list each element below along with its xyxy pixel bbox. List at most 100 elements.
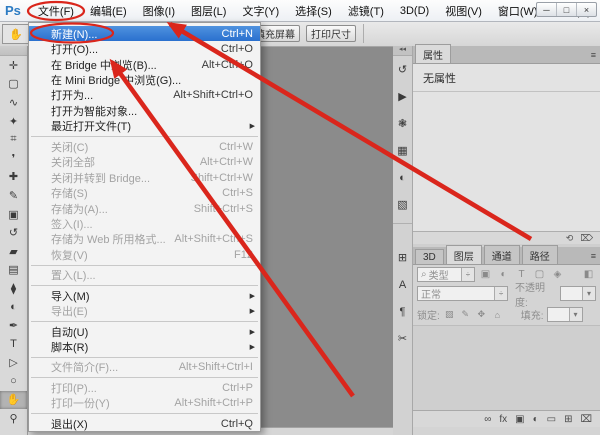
history-panel-icon[interactable]: ↺ (393, 56, 412, 83)
panel-menu-icon[interactable]: ≡ (591, 50, 596, 60)
gradient-tool[interactable]: ▤ (0, 261, 27, 280)
close-button[interactable]: × (576, 3, 596, 16)
marquee-tool[interactable]: ▢ (0, 75, 27, 94)
menu-item-save[interactable]: 存储(S)Ctrl+S (29, 185, 260, 200)
new-group-icon[interactable]: ▭ (547, 414, 556, 425)
blend-mode-dropdown[interactable]: 正常 ÷ (417, 286, 508, 301)
adjustments-panel-icon[interactable]: ◐ (393, 164, 412, 191)
delete-layer-icon[interactable]: ⌧ (580, 414, 592, 425)
opacity-input[interactable]: ▾ (560, 286, 596, 301)
shape-icon: ○ (10, 375, 17, 387)
collapse-dock-icon[interactable]: ◂◂ (393, 46, 412, 56)
menu-item-print[interactable]: 打印(P)...Ctrl+P (29, 380, 260, 395)
menu-item-save-for-web[interactable]: 存储为 Web 所用格式...Alt+Shift+Ctrl+S (29, 232, 260, 247)
history-brush-tool[interactable]: ↺ (0, 223, 27, 242)
pen-icon: ✒ (9, 319, 18, 332)
lock-position-icon[interactable]: ✥ (475, 309, 488, 320)
menu-item-close-and-go-to-bridge[interactable]: 关闭并转到 Bridge...Shift+Ctrl+W (29, 170, 260, 185)
filter-kind-dropdown[interactable]: ⌕ 类型 ÷ (417, 267, 475, 282)
gradient-icon: ▤ (8, 263, 18, 276)
menubar-item-type[interactable]: 文字(Y) (234, 0, 287, 21)
menubar-item-edit[interactable]: 编辑(E) (82, 0, 135, 21)
menu-item-check-in[interactable]: 签入(I)... (29, 216, 260, 231)
layer-effects-icon[interactable]: fx (499, 414, 507, 425)
menubar-item-3d[interactable]: 3D(D) (392, 0, 437, 21)
tool-presets-panel-icon[interactable]: ✂ (393, 325, 412, 352)
menubar-item-select[interactable]: 选择(S) (287, 0, 340, 21)
dodge-tool[interactable]: ◐ (0, 298, 27, 317)
menubar-item-image[interactable]: 图像(I) (135, 0, 183, 21)
reset-icon[interactable]: ⟲ (566, 233, 574, 244)
adjustment-layer-icon[interactable]: ◐ (533, 414, 539, 425)
menu-item-print-one-copy[interactable]: 打印一份(Y)Alt+Shift+Ctrl+P (29, 396, 260, 411)
maximize-button[interactable]: □ (556, 3, 576, 16)
lock-all-icon[interactable]: ⌂ (491, 310, 504, 320)
filter-switch-icon[interactable]: ◧ (581, 267, 596, 281)
path-selection-tool[interactable]: ▷ (0, 354, 27, 373)
menu-item-open[interactable]: 打开(O)...Ctrl+O (29, 41, 260, 56)
hand-tool-preset-icon[interactable]: ✋ (2, 24, 30, 44)
character-panel-icon[interactable]: A (393, 271, 412, 298)
menu-item-close[interactable]: 关闭(C)Ctrl+W (29, 139, 260, 154)
print-size-button[interactable]: 打印尺寸 (306, 25, 356, 42)
crop-tool[interactable]: ⌗ (0, 130, 27, 149)
swatches-panel-icon[interactable]: ❃ (393, 110, 412, 137)
tab-properties[interactable]: 属性 (415, 44, 451, 63)
tab-layers[interactable]: 图层 (446, 245, 482, 264)
menu-item-open-as[interactable]: 打开为...Alt+Shift+Ctrl+O (29, 88, 260, 103)
brush-tool[interactable]: ✎ (0, 186, 27, 205)
panel-menu-icon[interactable]: ≡ (591, 251, 596, 261)
timeline-panel-icon[interactable]: ⊞ (393, 244, 412, 271)
blur-tool[interactable]: ⧫ (0, 279, 27, 298)
actions-panel-icon[interactable]: ▶ (393, 83, 412, 110)
menubar-item-filter[interactable]: 滤镜(T) (340, 0, 392, 21)
menu-item-file-info[interactable]: 文件简介(F)...Alt+Shift+Ctrl+I (29, 360, 260, 375)
pen-tool[interactable]: ✒ (0, 316, 27, 335)
menubar-item-view[interactable]: 视图(V) (437, 0, 490, 21)
menubar-item-file[interactable]: 文件(F) (30, 0, 82, 21)
eyedropper-tool[interactable]: ❜ (0, 149, 27, 168)
link-layers-icon[interactable]: ∞ (484, 414, 491, 425)
masks-panel-icon[interactable]: ▧ (393, 191, 412, 218)
clone-stamp-tool[interactable]: ▣ (0, 205, 27, 224)
minimize-button[interactable]: ─ (537, 3, 556, 16)
menu-item-save-as[interactable]: 存储为(A)...Shift+Ctrl+S (29, 201, 260, 216)
quick-selection-tool[interactable]: ✦ (0, 112, 27, 131)
move-tool[interactable]: ✛ (0, 56, 27, 75)
menu-item-place[interactable]: 置入(L)... (29, 268, 260, 283)
tab-channels[interactable]: 通道 (484, 245, 520, 264)
menu-item-revert[interactable]: 恢复(V)F12 (29, 247, 260, 262)
eraser-tool[interactable]: ▰ (0, 242, 27, 261)
menu-item-browse-in-mini-bridge[interactable]: 在 Mini Bridge 中浏览(G)... (29, 72, 260, 87)
menu-item-automate[interactable]: 自动(U)▶ (29, 324, 260, 339)
healing-brush-tool[interactable]: ✚ (0, 168, 27, 187)
type-tool[interactable]: T (0, 335, 27, 354)
new-layer-icon[interactable]: ⊞ (564, 414, 572, 425)
menu-item-exit[interactable]: 退出(X)Ctrl+Q (29, 416, 260, 431)
tools-panel-grip[interactable] (0, 46, 27, 56)
styles-panel-icon[interactable]: ▦ (393, 137, 412, 164)
fill-input[interactable]: ▾ (547, 307, 583, 322)
zoom-tool[interactable]: ⚲ (0, 409, 27, 428)
layer-mask-icon[interactable]: ▣ (515, 414, 524, 425)
menu-item-scripts[interactable]: 脚本(R)▶ (29, 339, 260, 354)
tab-3d[interactable]: 3D (415, 249, 444, 264)
hand-tool[interactable]: ✋ (0, 391, 27, 410)
menu-item-export[interactable]: 导出(E)▶ (29, 303, 260, 318)
menu-item-open-recent[interactable]: 最近打开文件(T)▶ (29, 119, 260, 134)
shape-tool[interactable]: ○ (0, 372, 27, 391)
lock-pixels-icon[interactable]: ✎ (459, 309, 472, 320)
paragraph-panel-icon[interactable]: ¶ (393, 298, 412, 325)
lasso-tool[interactable]: ∿ (0, 93, 27, 112)
tab-paths[interactable]: 路径 (522, 245, 558, 264)
filter-pixel-layers-icon[interactable]: ▣ (478, 267, 493, 281)
filter-adjustment-layers-icon[interactable]: ◐ (496, 267, 511, 281)
menu-item-close-all[interactable]: 关闭全部Alt+Ctrl+W (29, 155, 260, 170)
menubar-item-layer[interactable]: 图层(L) (183, 0, 234, 21)
menu-item-open-as-smart-object[interactable]: 打开为智能对象... (29, 103, 260, 118)
delete-icon[interactable]: ⌦ (580, 233, 593, 244)
menu-item-import[interactable]: 导入(M)▶ (29, 288, 260, 303)
lock-transparency-icon[interactable]: ▨ (443, 309, 456, 320)
menu-item-browse-in-bridge[interactable]: 在 Bridge 中浏览(B)...Alt+Ctrl+O (29, 57, 260, 72)
menu-item-new[interactable]: 新建(N)...Ctrl+N (29, 26, 260, 41)
